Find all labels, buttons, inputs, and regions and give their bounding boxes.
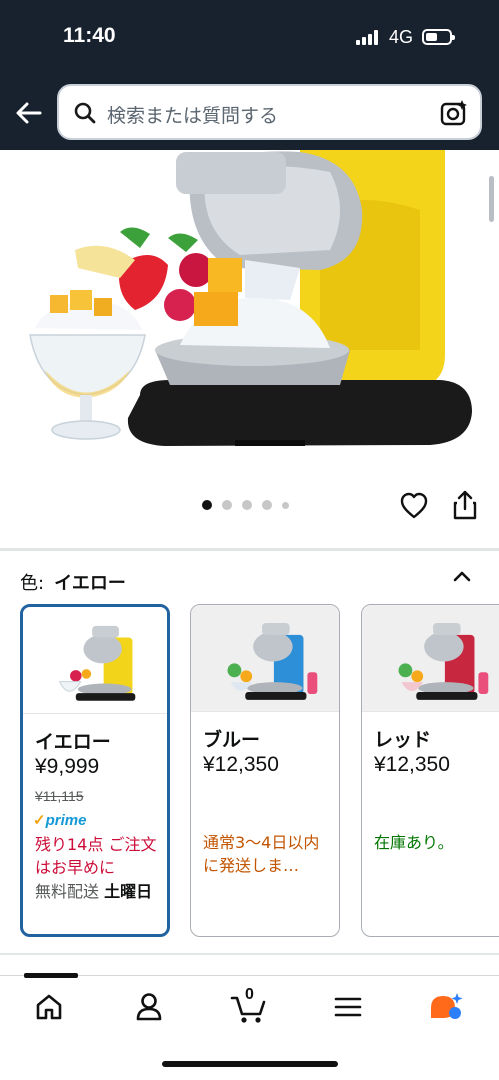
shaved-ice-machine-image (29, 150, 472, 446)
scroll-indicator (489, 176, 494, 222)
swatch-card-yellow[interactable]: イエロー ¥9,999 ¥11,115 ✓prime 残り14点 ご注文はお早め… (20, 604, 170, 937)
menu-icon[interactable] (330, 990, 366, 1024)
active-tab-indicator (24, 973, 78, 978)
swatch-thumbnail (191, 605, 339, 712)
heart-icon[interactable] (399, 491, 429, 521)
cart-button[interactable]: 0 (229, 986, 269, 1024)
back-arrow-icon[interactable] (12, 96, 46, 130)
search-placeholder[interactable]: 検索または質問する (107, 101, 278, 128)
swatch-card-red[interactable]: レッド ¥12,350 在庫あり。 (361, 604, 499, 937)
carousel-dots[interactable] (202, 500, 289, 510)
section-divider (0, 953, 499, 955)
status-bar: 11:40 4G (0, 0, 499, 78)
variant-heading: 色: イエロー (20, 569, 126, 595)
product-page: 11:40 4G 検索または質問する 色: イエロー イエロー ¥9,999 ¥… (0, 0, 499, 1080)
carousel-dot[interactable] (222, 500, 232, 510)
shipping-prefix: 無料配送 (35, 882, 100, 901)
section-divider (0, 548, 499, 551)
swatch-name: ブルー (203, 729, 261, 751)
swatch-name: イエロー (35, 731, 111, 753)
prime-check-icon: ✓ (33, 812, 46, 829)
home-icon[interactable] (31, 990, 67, 1024)
swatch-stock: 在庫あり。 (374, 833, 454, 852)
search-icon (74, 102, 96, 124)
signal-icon (356, 30, 378, 45)
prime-label: prime (45, 812, 87, 829)
carousel-dot[interactable] (202, 500, 212, 510)
variant-selected: イエロー (54, 573, 126, 594)
carousel-dot[interactable] (242, 500, 252, 510)
shipping-day: 土曜日 (104, 882, 153, 901)
battery-icon (422, 29, 455, 45)
carousel-dot[interactable] (262, 500, 272, 510)
carousel-dot[interactable] (282, 501, 289, 509)
swatch-thumbnail (23, 608, 167, 714)
search-bar[interactable]: 検索または質問する (57, 84, 482, 140)
swatch-price: ¥9,999 (35, 755, 100, 778)
swatch-price: ¥12,350 (374, 753, 450, 776)
status-time: 11:40 (63, 24, 116, 47)
product-image[interactable] (0, 150, 499, 480)
prime-badge: ✓prime (33, 811, 86, 829)
swatch-thumbnail (362, 605, 499, 712)
cart-count: 0 (245, 986, 254, 1003)
variant-label: 色: (20, 573, 45, 594)
camera-icon[interactable] (439, 98, 469, 128)
swatch-list-price: ¥11,115 (35, 788, 84, 804)
swatch-stock: 残り14点 ご注文はお早めに (35, 835, 157, 877)
swatch-price: ¥12,350 (203, 753, 279, 776)
home-indicator[interactable] (162, 1061, 338, 1067)
chevron-up-icon[interactable] (450, 566, 474, 586)
rufus-icon[interactable] (428, 990, 466, 1024)
swatch-card-blue[interactable]: ブルー ¥12,350 通常3～4日以内に発送しま… (190, 604, 340, 937)
share-icon[interactable] (452, 489, 478, 521)
swatch-name: レッド (374, 729, 432, 751)
swatch-stock: 通常3～4日以内に発送しま… (203, 833, 320, 875)
account-icon[interactable] (131, 990, 167, 1024)
network-type: 4G (389, 27, 414, 47)
swatch-shipping: 無料配送 土曜日 (35, 880, 163, 904)
